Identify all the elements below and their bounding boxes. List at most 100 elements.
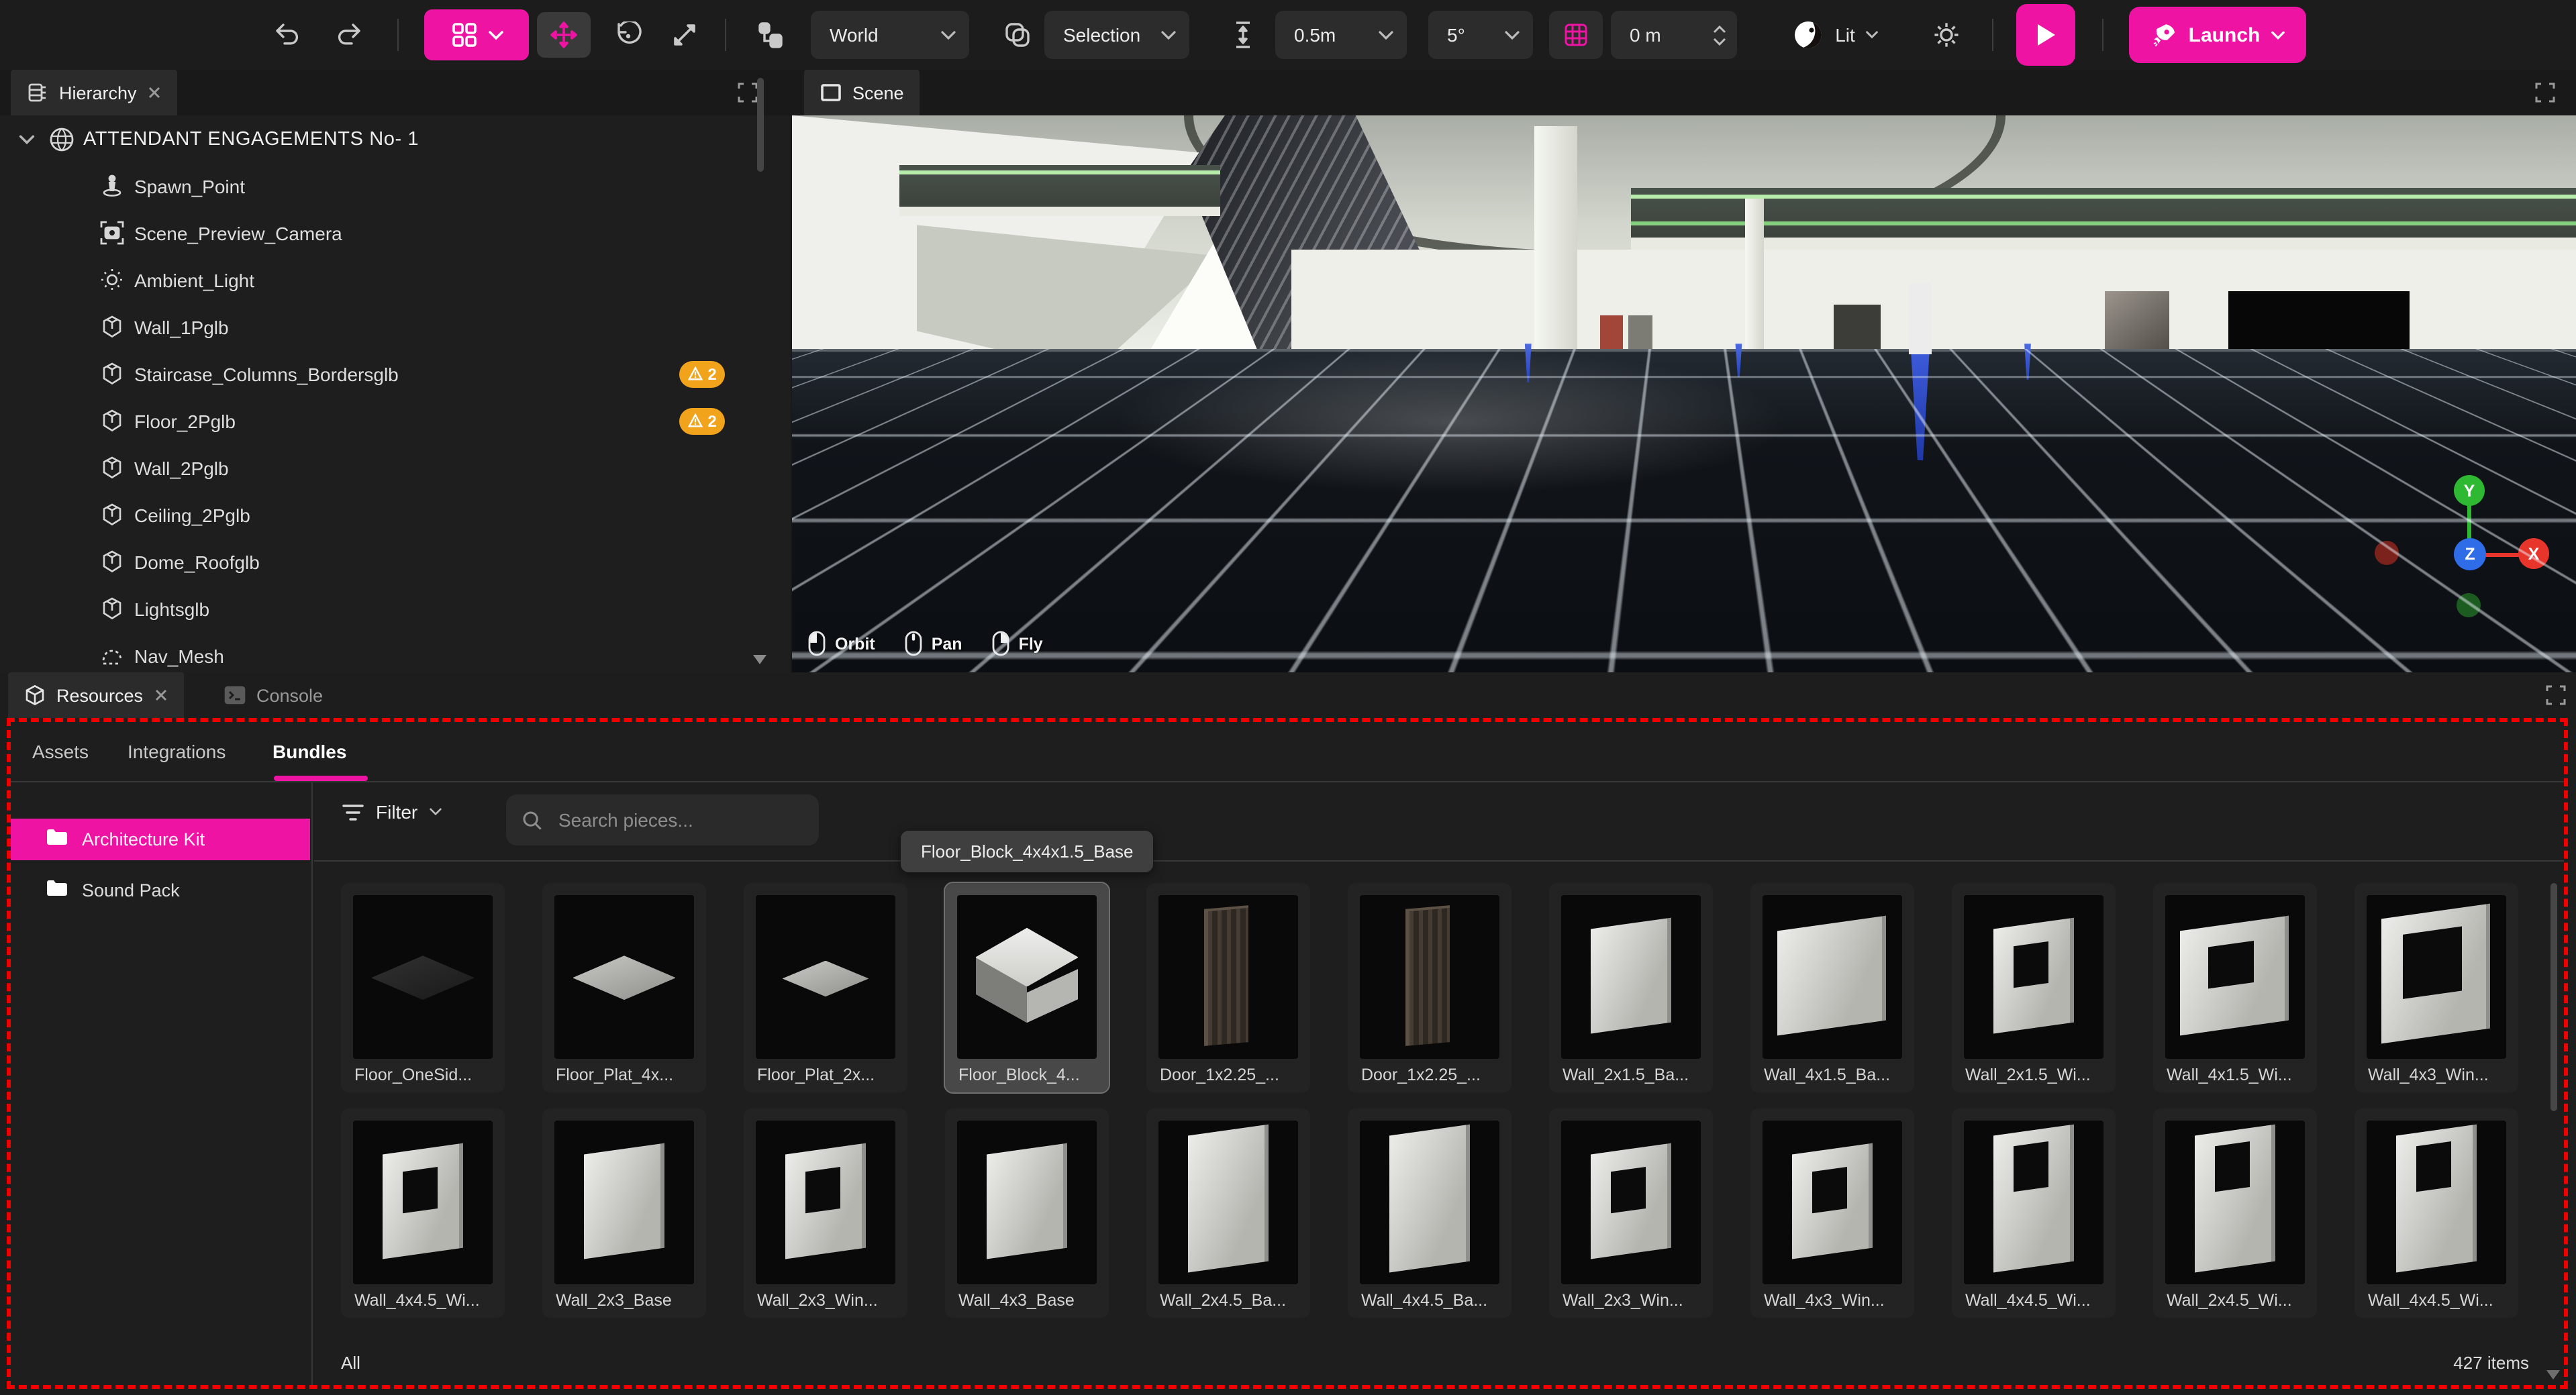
spawn-icon	[99, 172, 126, 199]
gizmo-negative-x-handle[interactable]	[2375, 541, 2399, 565]
asset-tile[interactable]: Wall_2x4.5_Wi...	[2153, 1108, 2317, 1318]
search-input[interactable]	[556, 808, 784, 832]
vertical-snap-button[interactable]	[1219, 11, 1267, 59]
asset-tile[interactable]: Wall_4x4.5_Wi...	[1952, 1108, 2116, 1318]
asset-tile[interactable]: Wall_4x3_Win...	[1750, 1108, 1914, 1318]
asset-tile[interactable]: Wall_4x4.5_Ba...	[1348, 1108, 1512, 1318]
asset-tile-label: Wall_4x3_Win...	[2367, 1059, 2506, 1087]
bottom-panel: Resources Console Assets Integrations Bund…	[0, 672, 2576, 1395]
hierarchy-item-ambient_light[interactable]: Ambient_Light	[0, 256, 791, 303]
grid-snap-select[interactable]: 0.5m	[1275, 11, 1407, 59]
asset-tile[interactable]: Wall_2x1.5_Ba...	[1549, 883, 1713, 1092]
hierarchy-item-lightsglb[interactable]: Lightsglb	[0, 585, 791, 632]
bundle-tab-assets[interactable]: Assets	[32, 722, 89, 781]
height-stepper[interactable]: 0 m	[1611, 11, 1737, 59]
scene-viewport[interactable]: OrbitPanFly Y Z X	[792, 115, 2576, 672]
hierarchy-item-dome_roofglb[interactable]: Dome_Roofglb	[0, 538, 791, 585]
hierarchy-item-nav_mesh[interactable]: Nav_Mesh	[0, 632, 791, 672]
asset-tile[interactable]: Wall_4x4.5_Wi...	[341, 1108, 505, 1318]
active-tab-underline	[274, 776, 368, 781]
expand-panel-icon[interactable]	[737, 82, 758, 103]
coordinate-space-select[interactable]: World	[811, 11, 969, 59]
asset-tile[interactable]: Floor_Plat_2x...	[744, 883, 907, 1092]
hierarchy-item-scene_preview_camera[interactable]: Scene_Preview_Camera	[0, 209, 791, 256]
chevron-down-icon	[1161, 30, 1176, 40]
undo-button[interactable]	[263, 11, 311, 59]
scene-column	[1744, 199, 1764, 350]
pieces-scrollbar[interactable]	[2550, 883, 2557, 1111]
asset-tile[interactable]: Wall_2x3_Win...	[1549, 1108, 1713, 1318]
tab-console[interactable]: Console	[208, 672, 339, 718]
asset-tile[interactable]: Floor_Plat_4x...	[542, 883, 706, 1092]
close-icon[interactable]	[148, 86, 161, 99]
hierarchy-item-spawn_point[interactable]: Spawn_Point	[0, 162, 791, 209]
tab-resources[interactable]: Resources	[8, 672, 183, 718]
redo-button[interactable]	[325, 11, 373, 59]
filter-button[interactable]: Filter	[342, 801, 442, 823]
chevron-down-icon	[2271, 30, 2284, 40]
hierarchy-item-floor_2pglb[interactable]: Floor_2Pglb2	[0, 397, 791, 444]
asset-tile[interactable]: Wall_4x4.5_Wi...	[2355, 1108, 2518, 1318]
search-box[interactable]	[506, 794, 819, 845]
tab-scene[interactable]: Scene	[804, 70, 920, 115]
gizmo-y-handle[interactable]: Y	[2454, 475, 2485, 506]
hint-label: Orbit	[835, 634, 875, 653]
hierarchy-scroll-down-arrow[interactable]	[753, 655, 766, 664]
collapse-chevron-icon[interactable]	[17, 130, 36, 148]
asset-tile-label: Wall_2x3_Win...	[1561, 1284, 1701, 1312]
hierarchy-scrollbar[interactable]	[757, 78, 764, 172]
gizmo-z-handle[interactable]: Z	[2454, 538, 2486, 570]
asset-tile[interactable]: Wall_2x1.5_Wi...	[1952, 883, 2116, 1092]
hierarchy-item-staircase_columns_bordersglb[interactable]: Staircase_Columns_Bordersglb2	[0, 350, 791, 397]
asset-tile[interactable]: Wall_4x3_Win...	[2355, 883, 2518, 1092]
asset-tile[interactable]: Wall_4x1.5_Ba...	[1750, 883, 1914, 1092]
scale-tool-button[interactable]	[660, 11, 709, 59]
play-button[interactable]	[2016, 4, 2075, 66]
close-icon[interactable]	[154, 688, 167, 702]
hierarchy-item-wall_2pglb[interactable]: Wall_2Pglb	[0, 444, 791, 491]
folder-architecture-kit[interactable]: Architecture Kit	[11, 819, 310, 860]
hierarchy-item-label: Ceiling_2Pglb	[134, 504, 250, 525]
expand-panel-icon[interactable]	[2545, 684, 2567, 706]
bottom-tabstrip: Resources Console	[0, 672, 2576, 718]
asset-tile[interactable]: Wall_4x1.5_Wi...	[2153, 883, 2317, 1092]
scene-horizon-line	[792, 350, 2576, 352]
bundle-tab-integrations[interactable]: Integrations	[128, 722, 226, 781]
scene-floor-reflection	[1113, 350, 1791, 495]
reparent-button[interactable]	[746, 11, 795, 59]
tab-hierarchy[interactable]: Hierarchy	[11, 70, 177, 115]
angle-snap-select[interactable]: 5°	[1428, 11, 1533, 59]
rotate-tool-button[interactable]	[604, 11, 652, 59]
hierarchy-item-label: Lightsglb	[134, 598, 209, 619]
asset-tile[interactable]: Door_1x2.25_...	[1348, 883, 1512, 1092]
pivot-mode-button[interactable]	[993, 11, 1042, 59]
launch-button[interactable]: Launch	[2129, 7, 2306, 63]
asset-tile[interactable]: Wall_4x3_Base	[945, 1108, 1109, 1318]
avatar-mannequin[interactable]	[1909, 282, 1932, 461]
folder-sound-pack[interactable]: Sound Pack	[11, 870, 310, 911]
step-up-icon[interactable]	[1713, 25, 1726, 33]
expand-panel-icon[interactable]	[2534, 82, 2556, 103]
asset-thumbnail	[1360, 1121, 1499, 1284]
focus-mode-select[interactable]: Selection	[1044, 11, 1189, 59]
hierarchy-item-wall_1pglb[interactable]: Wall_1Pglb	[0, 303, 791, 350]
bundle-tab-bundles[interactable]: Bundles	[273, 722, 346, 781]
asset-tile[interactable]: Wall_2x3_Base	[542, 1108, 706, 1318]
hierarchy-root-label: ATTENDANT ENGAGEMENTS No- 1	[83, 128, 419, 150]
hierarchy-root-row[interactable]: ATTENDANT ENGAGEMENTS No- 1	[0, 115, 791, 162]
gizmo-x-handle[interactable]: X	[2518, 538, 2549, 569]
asset-tile[interactable]: Wall_2x3_Win...	[744, 1108, 907, 1318]
render-mode-select[interactable]: Lit	[1777, 11, 1893, 59]
move-tool-button[interactable]	[537, 12, 591, 58]
hierarchy-item-ceiling_2pglb[interactable]: Ceiling_2Pglb	[0, 491, 791, 538]
asset-tile[interactable]: Floor_OneSid...	[341, 883, 505, 1092]
mesh-icon	[99, 454, 126, 481]
settings-button[interactable]	[1922, 11, 1971, 59]
asset-tile[interactable]: Wall_2x4.5_Ba...	[1146, 1108, 1310, 1318]
step-down-icon[interactable]	[1713, 37, 1726, 45]
snap-grid-toggle[interactable]	[1549, 11, 1603, 59]
gizmo-negative-y-handle[interactable]	[2457, 593, 2481, 617]
asset-tile[interactable]: Door_1x2.25_...	[1146, 883, 1310, 1092]
asset-tile[interactable]: Floor_Block_4...	[945, 883, 1109, 1092]
view-mode-button[interactable]	[424, 9, 529, 60]
